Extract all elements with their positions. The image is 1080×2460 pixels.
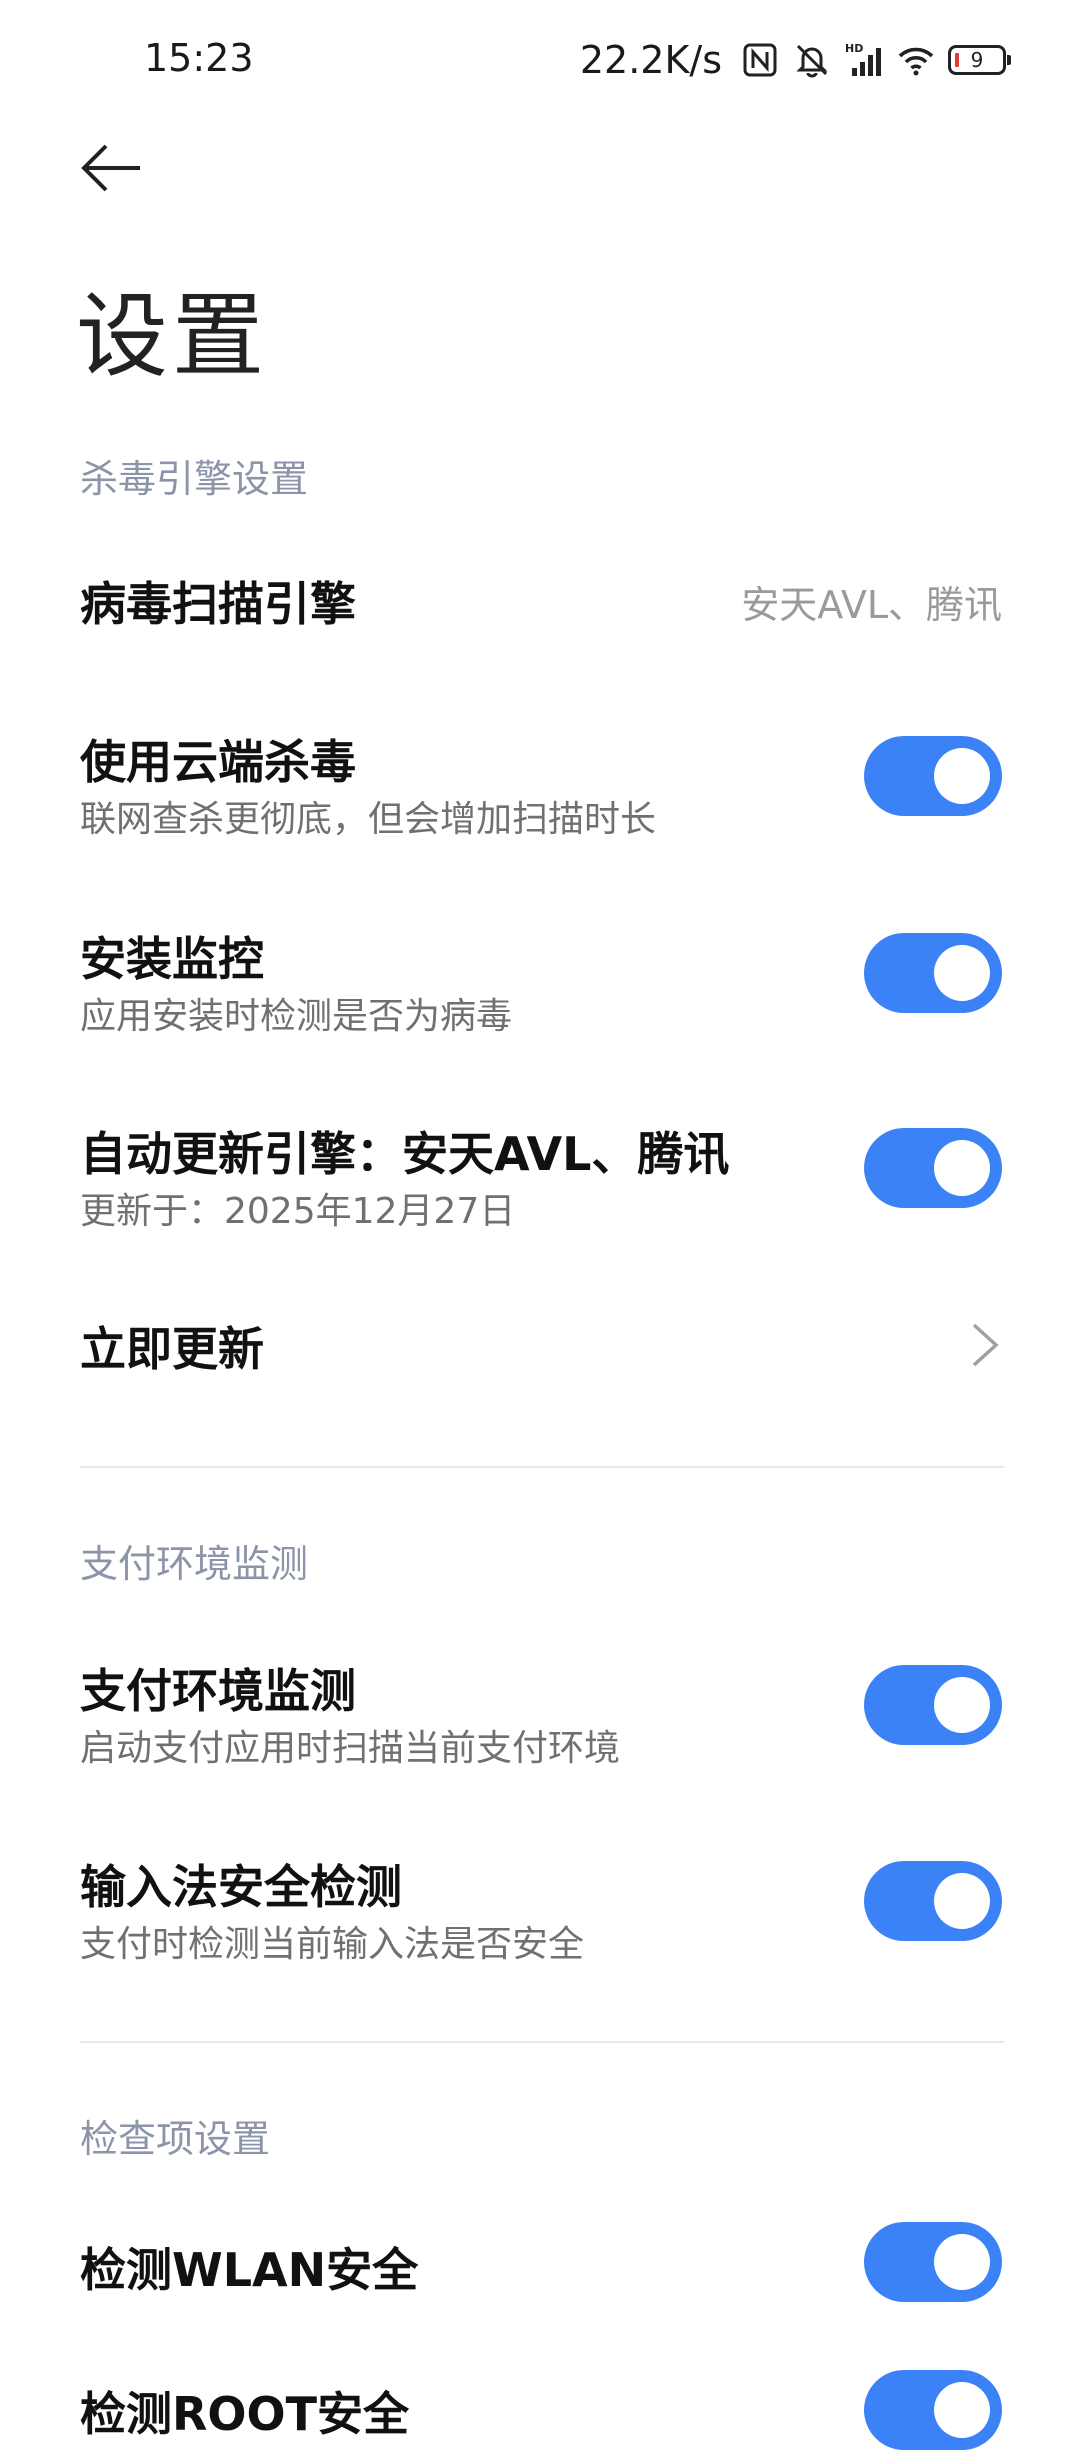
root-security-toggle[interactable] [864,2370,1002,2450]
install-monitor-toggle[interactable] [864,933,1002,1013]
back-arrow-icon[interactable] [78,134,146,202]
payment-monitor-toggle[interactable] [864,1665,1002,1745]
setting-row-cloud-antivirus: 使用云端杀毒 联网查杀更彻底，但会增加扫描时长 [0,718,1080,848]
toggle-knob [934,1873,990,1929]
page-title: 设置 [76,283,269,390]
nfc-icon [743,43,777,77]
network-speed: 22.2K/s [579,38,722,82]
setting-row-input-method-security: 输入法安全检测 支付时检测当前输入法是否安全 [0,1843,1080,1973]
setting-title: 病毒扫描引擎 [80,577,356,631]
setting-subtitle: 支付时检测当前输入法是否安全 [80,1924,585,1965]
wlan-security-toggle[interactable] [864,2222,1002,2302]
setting-subtitle: 应用安装时检测是否为病毒 [80,996,513,1037]
setting-row-install-monitor: 安装监控 应用安装时检测是否为病毒 [0,915,1080,1045]
setting-title: 安装监控 [80,932,264,986]
section-divider [80,1466,1004,1468]
setting-title: 输入法安全检测 [80,1860,402,1914]
setting-title: 立即更新 [80,1322,264,1376]
setting-subtitle: 联网查杀更彻底，但会增加扫描时长 [80,799,657,840]
section-title-check-items: 检查项设置 [80,2117,271,2161]
cloud-antivirus-toggle[interactable] [864,736,1002,816]
section-title-antivirus-engine: 杀毒引擎设置 [80,457,309,501]
setting-row-auto-update-engine: 自动更新引擎：安天AVL、腾讯 更新于：2025年12月27日 [0,1110,1080,1240]
toggle-knob [934,1677,990,1733]
setting-row-wlan-security: 检测WLAN安全 [0,2220,1080,2310]
auto-update-toggle[interactable] [864,1128,1002,1208]
setting-title: 自动更新引擎：安天AVL、腾讯 [80,1127,730,1181]
battery-icon: 9 [948,45,1011,75]
section-divider [80,2041,1004,2043]
toggle-knob [934,2234,990,2290]
setting-row-payment-monitor: 支付环境监测 启动支付应用时扫描当前支付环境 [0,1647,1080,1777]
toggle-knob [934,2382,990,2438]
chevron-right-icon [972,1323,999,1367]
setting-row-update-now[interactable]: 立即更新 [0,1305,1080,1385]
battery-level: 9 [970,48,984,72]
setting-title: 使用云端杀毒 [80,735,356,789]
setting-title: 支付环境监测 [80,1664,356,1718]
hd-signal-icon: HD [845,42,881,76]
setting-value: 安天AVL、腾讯 [741,583,1002,627]
setting-title: 检测ROOT安全 [80,2387,410,2441]
toggle-knob [934,1140,990,1196]
setting-title: 检测WLAN安全 [80,2243,419,2297]
status-bar: 15:23 22.2K/s HD 9 [0,0,1080,120]
setting-row-virus-scan-engine[interactable]: 病毒扫描引擎 安天AVL、腾讯 [0,560,1080,640]
section-title-payment-environment: 支付环境监测 [80,1542,309,1586]
wifi-icon [898,47,934,76]
setting-subtitle: 更新于：2025年12月27日 [80,1191,516,1232]
bell-off-icon [796,44,828,78]
setting-subtitle: 启动支付应用时扫描当前支付环境 [80,1728,621,1769]
svg-text:HD: HD [845,42,863,55]
setting-row-root-security: 检测ROOT安全 [0,2370,1080,2460]
toggle-knob [934,748,990,804]
toggle-knob [934,945,990,1001]
status-icons: 22.2K/s HD 9 [579,36,1011,84]
input-method-security-toggle[interactable] [864,1861,1002,1941]
status-time: 15:23 [144,36,254,80]
